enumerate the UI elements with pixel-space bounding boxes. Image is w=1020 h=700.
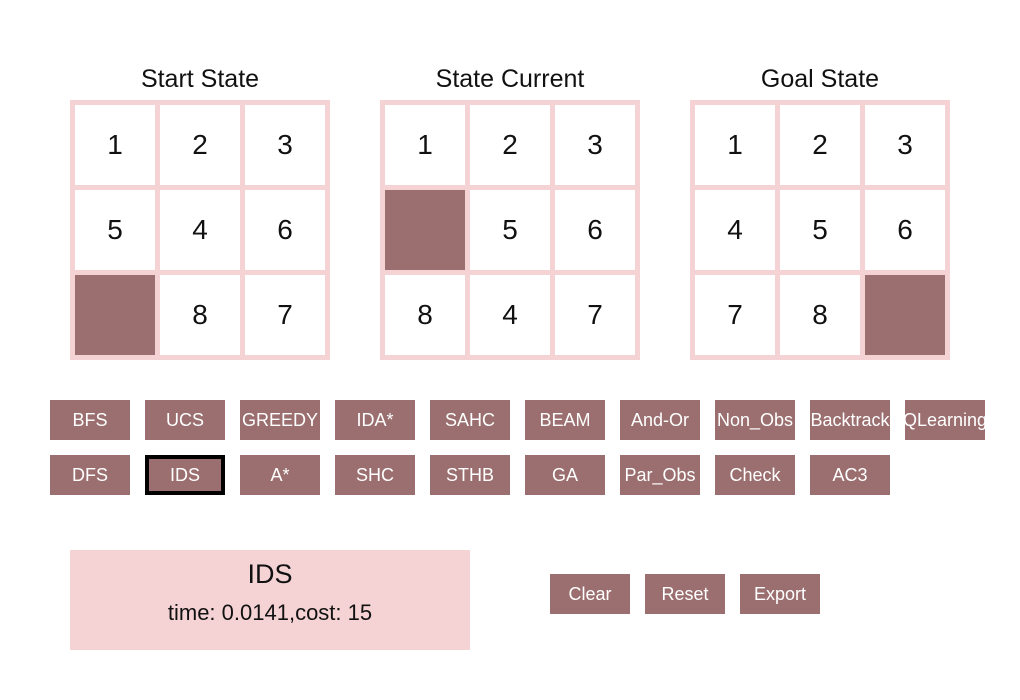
clear-button[interactable]: Clear <box>550 574 630 614</box>
algo-button-non-obs[interactable]: Non_Obs <box>715 400 795 440</box>
start-state-board: 1 2 3 5 4 6 8 7 <box>70 100 330 360</box>
current-tile: 7 <box>555 275 635 355</box>
current-tile: 6 <box>555 190 635 270</box>
reset-button[interactable]: Reset <box>645 574 725 614</box>
start-tile[interactable]: 8 <box>160 275 240 355</box>
start-tile[interactable]: 1 <box>75 105 155 185</box>
algo-button-and-or[interactable]: And-Or <box>620 400 700 440</box>
algo-button-shc[interactable]: SHC <box>335 455 415 495</box>
export-button[interactable]: Export <box>740 574 820 614</box>
goal-state-title: Goal State <box>760 65 880 93</box>
start-tile[interactable]: 7 <box>245 275 325 355</box>
start-tile[interactable]: 4 <box>160 190 240 270</box>
empty-tile[interactable] <box>865 275 945 355</box>
algo-button-bfs[interactable]: BFS <box>50 400 130 440</box>
algo-button-backtrack[interactable]: Backtrack <box>810 400 890 440</box>
goal-tile[interactable]: 2 <box>780 105 860 185</box>
current-tile: 8 <box>385 275 465 355</box>
current-state-board: 1 2 3 5 6 8 4 7 <box>380 100 640 360</box>
algo-button-ids[interactable]: IDS <box>145 455 225 495</box>
algo-button-a-star[interactable]: A* <box>240 455 320 495</box>
current-tile: 5 <box>470 190 550 270</box>
goal-tile[interactable]: 1 <box>695 105 775 185</box>
algo-button-qlearning[interactable]: QLearning <box>903 400 987 440</box>
current-tile: 2 <box>470 105 550 185</box>
algo-button-beam[interactable]: BEAM <box>525 400 605 440</box>
goal-tile[interactable]: 3 <box>865 105 945 185</box>
start-state-title: Start State <box>140 65 260 93</box>
current-tile: 4 <box>470 275 550 355</box>
result-panel: IDS time: 0.0141,cost: 15 <box>70 550 470 650</box>
goal-tile[interactable]: 4 <box>695 190 775 270</box>
algo-button-sthb[interactable]: STHB <box>430 455 510 495</box>
algo-button-ucs[interactable]: UCS <box>145 400 225 440</box>
result-algorithm-name: IDS <box>247 559 293 589</box>
start-tile[interactable]: 6 <box>245 190 325 270</box>
current-tile: 3 <box>555 105 635 185</box>
algo-button-ga[interactable]: GA <box>525 455 605 495</box>
result-stats: time: 0.0141,cost: 15 <box>167 600 373 625</box>
algo-button-sahc[interactable]: SAHC <box>430 400 510 440</box>
algo-button-par-obs[interactable]: Par_Obs <box>620 455 700 495</box>
algo-button-greedy[interactable]: GREEDY <box>240 400 320 440</box>
algo-button-ida-star[interactable]: IDA* <box>335 400 415 440</box>
current-tile: 1 <box>385 105 465 185</box>
goal-tile[interactable]: 7 <box>695 275 775 355</box>
goal-tile[interactable]: 8 <box>780 275 860 355</box>
start-tile[interactable]: 3 <box>245 105 325 185</box>
algo-button-ac3[interactable]: AC3 <box>810 455 890 495</box>
current-state-title: State Current <box>435 65 585 93</box>
goal-tile[interactable]: 6 <box>865 190 945 270</box>
goal-state-board: 1 2 3 4 5 6 7 8 <box>690 100 950 360</box>
algo-button-check[interactable]: Check <box>715 455 795 495</box>
start-tile[interactable]: 2 <box>160 105 240 185</box>
empty-tile[interactable] <box>75 275 155 355</box>
goal-tile[interactable]: 5 <box>780 190 860 270</box>
start-tile[interactable]: 5 <box>75 190 155 270</box>
algo-button-dfs[interactable]: DFS <box>50 455 130 495</box>
empty-tile <box>385 190 465 270</box>
